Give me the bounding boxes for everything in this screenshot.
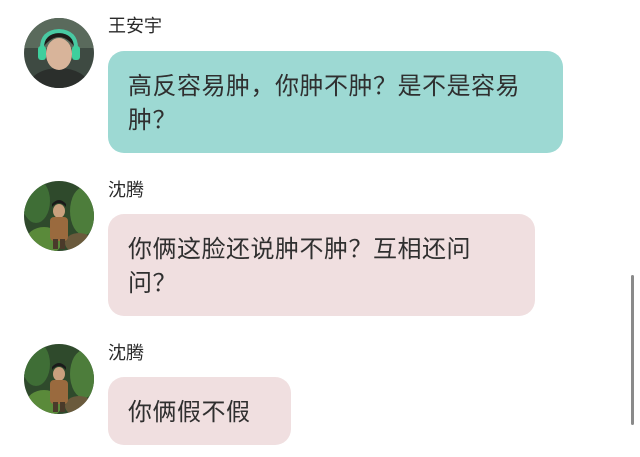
avatar-image-icon — [24, 18, 94, 88]
avatar-image-icon — [24, 344, 94, 414]
message-bubble[interactable]: 高反容易肿，你肿不肿？是不是容易肿？ — [108, 51, 563, 153]
sender-name: 沈腾 — [108, 180, 144, 201]
avatar[interactable] — [24, 344, 94, 414]
avatar-image-icon — [24, 181, 94, 251]
message-bubble[interactable]: 你俩这脸还说肿不肿？互相还问问？ — [108, 214, 535, 316]
avatar[interactable] — [24, 18, 94, 88]
scrollbar[interactable] — [631, 275, 634, 425]
sender-name: 王安宇 — [108, 16, 162, 37]
sender-name: 沈腾 — [108, 343, 144, 364]
avatar[interactable] — [24, 181, 94, 251]
message-bubble[interactable]: 你俩假不假 — [108, 377, 291, 445]
